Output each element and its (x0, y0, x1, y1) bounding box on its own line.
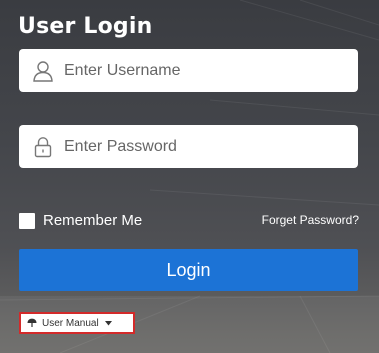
user-icon (32, 59, 54, 83)
user-manual-label: User Manual (42, 317, 99, 329)
forget-password-link[interactable]: Forget Password? (262, 213, 359, 227)
umbrella-icon (27, 318, 37, 328)
user-manual-dropdown[interactable]: User Manual (19, 312, 135, 334)
remember-me[interactable]: Remember Me (19, 212, 142, 229)
username-field[interactable] (19, 49, 358, 92)
remember-me-checkbox[interactable] (19, 212, 35, 229)
login-button[interactable]: Login (19, 249, 358, 291)
lock-icon (32, 135, 54, 159)
caret-down-icon (104, 320, 112, 326)
page-title: User Login (18, 14, 153, 39)
login-panel: User Login Remember Me Forget Password? … (0, 0, 379, 353)
username-input[interactable] (64, 61, 334, 80)
password-input[interactable] (64, 137, 334, 156)
remember-me-label: Remember Me (43, 212, 143, 229)
password-field[interactable] (19, 125, 358, 168)
